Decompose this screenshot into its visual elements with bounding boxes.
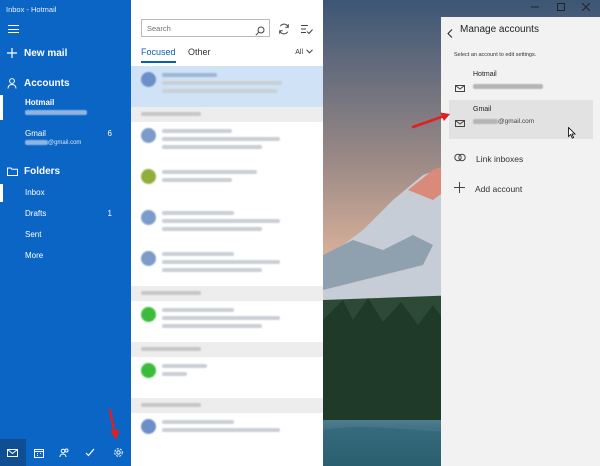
folder-label: Sent (25, 230, 42, 239)
account-item-hotmail[interactable]: Hotmail (0, 95, 131, 120)
manage-account-gmail[interactable]: Gmail @gmail.com (449, 100, 593, 139)
folder-count: 1 (107, 209, 112, 218)
link-inboxes-button[interactable]: Link inboxes (454, 153, 523, 164)
date-header (131, 398, 323, 413)
plus-icon (0, 48, 24, 58)
filter-dropdown[interactable]: All (295, 49, 313, 56)
add-account-label: Add account (475, 183, 523, 194)
unread-count: 6 (107, 129, 112, 138)
sender-avatar (141, 72, 156, 87)
folder-icon (0, 167, 24, 176)
selection-indicator (0, 184, 3, 202)
account-email (25, 110, 87, 116)
folders-header[interactable]: Folders (0, 163, 131, 179)
add-account-button[interactable]: Add account (454, 182, 522, 195)
pane-subtitle: Select an account to edit settings. (454, 52, 537, 58)
account-name: Hotmail (473, 71, 497, 78)
chevron-down-icon (306, 49, 313, 56)
account-name: Gmail (473, 106, 492, 113)
mail-icon (455, 114, 465, 132)
list-item[interactable] (131, 413, 323, 454)
back-arrow-icon[interactable] (447, 25, 453, 43)
list-item[interactable] (131, 204, 323, 245)
todo-icon[interactable] (77, 439, 103, 466)
list-item[interactable] (131, 245, 323, 286)
list-item[interactable] (131, 66, 323, 107)
search-icon[interactable] (255, 23, 265, 41)
account-email: @gmail.com (25, 140, 81, 146)
search-input[interactable]: Search (147, 24, 171, 33)
link-inboxes-label: Link inboxes (476, 153, 524, 164)
account-item-gmail[interactable]: Gmail 6 @gmail.com (0, 126, 131, 151)
folder-label: Drafts (25, 209, 47, 218)
manage-account-hotmail[interactable]: Hotmail (449, 65, 593, 104)
mail-icon (455, 79, 465, 97)
selection-indicator (0, 95, 3, 120)
folder-item-sent[interactable]: Sent (0, 226, 131, 244)
selection-mode-icon[interactable] (301, 22, 313, 40)
list-item[interactable] (131, 163, 323, 204)
message-list-pane: Search Focused Other All (131, 0, 323, 466)
sender-avatar (141, 419, 156, 434)
settings-icon[interactable] (105, 439, 131, 466)
sender-avatar (141, 307, 156, 322)
account-name: Gmail (25, 129, 46, 138)
active-tab-indicator (141, 61, 176, 63)
search-box[interactable]: Search (141, 19, 270, 37)
sender-avatar (141, 210, 156, 225)
minimize-button[interactable] (531, 3, 539, 13)
account-email: @gmail.com (473, 118, 534, 125)
date-header (131, 107, 323, 122)
navigation-pane: Inbox - Hotmail New mail Accounts Hotmai… (0, 0, 131, 466)
tab-focused[interactable]: Focused (141, 47, 176, 57)
hamburger-menu-icon[interactable] (8, 25, 19, 33)
link-icon (454, 153, 466, 164)
sender-avatar (141, 251, 156, 266)
calendar-icon[interactable] (26, 439, 52, 466)
folder-item-drafts[interactable]: Drafts 1 (0, 205, 131, 223)
list-item[interactable] (131, 301, 323, 342)
sender-avatar (141, 169, 156, 184)
app-switcher-bar (0, 439, 131, 466)
sender-avatar (141, 128, 156, 143)
sender-avatar (141, 363, 156, 378)
accounts-label: Accounts (24, 77, 70, 89)
person-icon (0, 77, 24, 89)
folders-label: Folders (24, 165, 61, 177)
sync-icon[interactable] (278, 22, 290, 40)
date-header (131, 286, 323, 301)
date-header (131, 342, 323, 357)
close-button[interactable] (581, 2, 591, 13)
tab-other[interactable]: Other (188, 47, 211, 57)
account-name: Hotmail (25, 98, 55, 107)
folder-label: Inbox (25, 188, 45, 197)
new-mail-button[interactable]: New mail (0, 45, 131, 61)
mail-icon[interactable] (0, 439, 26, 466)
people-icon[interactable] (52, 439, 78, 466)
list-item[interactable] (131, 357, 323, 398)
window-title: Inbox - Hotmail (6, 5, 57, 14)
accounts-header[interactable]: Accounts (0, 75, 131, 91)
new-mail-label: New mail (24, 47, 68, 59)
folder-item-more[interactable]: More (0, 247, 131, 265)
message-list (131, 66, 323, 454)
plus-icon (454, 182, 465, 195)
list-item[interactable] (131, 122, 323, 163)
manage-accounts-pane: Manage accounts Select an account to edi… (441, 17, 600, 466)
account-email (473, 83, 543, 90)
pane-title: Manage accounts (460, 24, 539, 35)
folder-item-inbox[interactable]: Inbox (0, 184, 131, 202)
maximize-button[interactable] (557, 3, 565, 13)
filter-label: All (295, 49, 303, 56)
folder-label: More (25, 251, 44, 260)
